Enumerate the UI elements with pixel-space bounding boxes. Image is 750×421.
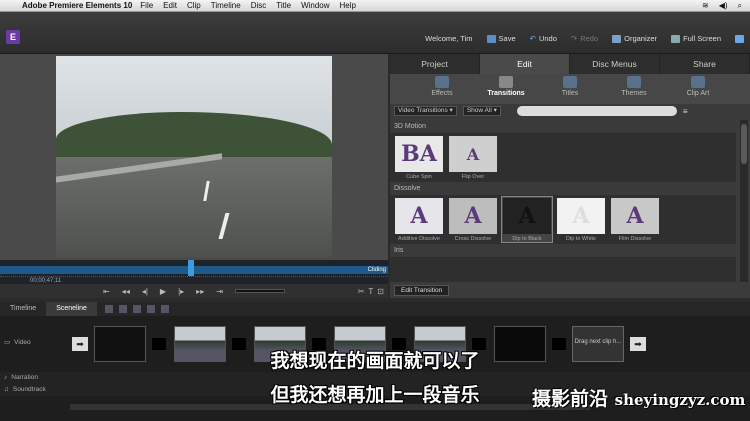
step-forward-icon[interactable]: ▸▸ bbox=[196, 287, 204, 296]
add-media-icon[interactable] bbox=[104, 305, 113, 313]
clip-label: Cliding bbox=[367, 267, 386, 273]
movie-icon[interactable] bbox=[132, 305, 141, 313]
tab-timeline[interactable]: Timeline bbox=[0, 302, 46, 316]
transition-additive-dissolve[interactable]: A Additive Dissolve bbox=[394, 197, 444, 242]
split-clip-icon[interactable]: ✂ bbox=[358, 287, 365, 296]
tab-share[interactable]: Share bbox=[660, 54, 750, 74]
transitions-scrollbar[interactable] bbox=[740, 120, 748, 282]
go-to-end-icon[interactable]: ⇥ bbox=[216, 287, 223, 296]
search-input[interactable] bbox=[516, 106, 677, 116]
effects-icon bbox=[435, 76, 449, 88]
full-screen-icon bbox=[671, 34, 681, 43]
full-screen-button[interactable]: Full Screen bbox=[671, 34, 721, 43]
frame-back-icon[interactable]: ◂| bbox=[142, 287, 148, 296]
category-iris: Iris bbox=[390, 244, 736, 257]
redo-button[interactable]: ↷ Redo bbox=[571, 34, 598, 43]
volume-slider[interactable] bbox=[234, 289, 285, 293]
organizer-button[interactable]: Organizer bbox=[612, 34, 657, 43]
subtab-transitions[interactable]: Transitions bbox=[486, 76, 526, 104]
app-header: E Welcome, Tim Save ↶ Undo ↷ Redo Organi… bbox=[0, 12, 750, 54]
menu-disc[interactable]: Disc bbox=[251, 1, 267, 10]
transition-cross-dissolve[interactable]: A Cross Dissolve bbox=[448, 197, 498, 242]
film-icon: ▭ bbox=[4, 339, 11, 346]
subtab-titles[interactable]: Titles bbox=[550, 76, 590, 104]
menu-window[interactable]: Window bbox=[301, 1, 329, 10]
transition-flip-over[interactable]: A Flip Over bbox=[448, 135, 498, 180]
category-3d-motion: 3D Motion bbox=[390, 120, 736, 133]
titles-icon bbox=[563, 76, 577, 88]
menu-bar: Adobe Premiere Elements 10 File Edit Cli… bbox=[0, 0, 750, 12]
scrub-bar[interactable]: 00;00;47;11 Cliding bbox=[0, 260, 388, 284]
transition-type-select[interactable]: Video Transitions ▾ bbox=[394, 106, 457, 116]
save-button[interactable]: Save bbox=[486, 34, 516, 43]
play-icon[interactable]: ▶ bbox=[160, 287, 166, 296]
volume-icon[interactable]: ◀) bbox=[719, 1, 728, 11]
clip-art-icon bbox=[691, 76, 705, 88]
tab-disc-menus[interactable]: Disc Menus bbox=[570, 54, 660, 74]
tab-sceneline[interactable]: Sceneline bbox=[46, 302, 97, 316]
undo-button[interactable]: ↶ Undo bbox=[530, 34, 557, 43]
frame-forward-icon[interactable]: |▸ bbox=[178, 287, 184, 296]
audio-mixer-icon[interactable] bbox=[146, 305, 155, 313]
app-name-menu[interactable]: Adobe Premiere Elements 10 bbox=[22, 1, 132, 10]
transitions-grid: 3D Motion BA Cube Spin A Flip Over Dissolv… bbox=[390, 120, 736, 282]
timeline-header: Timeline Sceneline bbox=[0, 302, 750, 316]
organizer-icon bbox=[612, 34, 622, 43]
tasks-panel: Project Edit Disc Menus Share Effects Tr… bbox=[390, 54, 750, 298]
monitor-panel: 00;00;47;11 Cliding ⇤ ◂◂ ◂| ▶ |▸ ▸▸ ⇥ ✂ … bbox=[0, 54, 388, 298]
subtab-themes[interactable]: Themes bbox=[614, 76, 654, 104]
show-filter-select[interactable]: Show All ▾ bbox=[462, 106, 501, 116]
transition-cube-spin[interactable]: BA Cube Spin bbox=[394, 135, 444, 180]
playhead[interactable] bbox=[188, 260, 194, 276]
redo-icon: ↷ bbox=[570, 34, 578, 43]
subtab-clip-art[interactable]: Clip Art bbox=[678, 76, 718, 104]
smart-fix-icon[interactable] bbox=[118, 305, 127, 313]
transition-dip-to-white[interactable]: A Dip to White bbox=[556, 197, 606, 242]
step-back-icon[interactable]: ◂◂ bbox=[122, 287, 130, 296]
marker-icon[interactable] bbox=[160, 305, 169, 313]
grab-frame-icon[interactable]: ⊡ bbox=[377, 287, 384, 296]
transitions-icon bbox=[499, 76, 513, 88]
go-to-start-icon[interactable]: ⇤ bbox=[103, 287, 110, 296]
panel-menu-icon[interactable]: ≡ bbox=[683, 107, 688, 116]
premiere-elements-logo-icon: E bbox=[6, 30, 20, 44]
subtitle-line-1: 我想现在的画面就可以了 bbox=[270, 350, 480, 372]
video-track-label: ▭ Video bbox=[4, 338, 31, 347]
category-dissolve: Dissolve bbox=[390, 182, 736, 195]
menu-edit[interactable]: Edit bbox=[163, 1, 177, 10]
tab-project[interactable]: Project bbox=[390, 54, 480, 74]
transition-dip-to-black[interactable]: A Dip to Black bbox=[501, 196, 553, 243]
tab-edit[interactable]: Edit bbox=[480, 54, 570, 74]
playback-controls: ⇤ ◂◂ ◂| ▶ |▸ ▸▸ ⇥ ✂ T ⊡ bbox=[0, 284, 388, 298]
menu-clip[interactable]: Clip bbox=[187, 1, 201, 10]
transition-film-dissolve[interactable]: A Film Dissolve bbox=[610, 197, 660, 242]
title-text-icon[interactable]: T bbox=[368, 287, 373, 296]
edit-transition-button[interactable]: Edit Transition bbox=[394, 285, 450, 296]
video-preview bbox=[56, 56, 332, 257]
themes-icon bbox=[627, 76, 641, 88]
welcome-text: Welcome, Tim bbox=[425, 34, 473, 43]
menu-file[interactable]: File bbox=[140, 1, 153, 10]
menu-help[interactable]: Help bbox=[340, 1, 356, 10]
help-icon[interactable] bbox=[735, 34, 744, 43]
menu-title[interactable]: Title bbox=[276, 1, 291, 10]
wifi-icon[interactable]: ≋ bbox=[702, 1, 709, 11]
undo-icon: ↶ bbox=[529, 34, 536, 43]
spotlight-search-icon[interactable]: ⌕ bbox=[738, 1, 742, 11]
save-icon bbox=[486, 34, 496, 43]
watermark: 摄影前沿 sheyingzyz.com bbox=[532, 388, 746, 410]
menu-timeline[interactable]: Timeline bbox=[211, 1, 241, 10]
subtab-effects[interactable]: Effects bbox=[422, 76, 462, 104]
